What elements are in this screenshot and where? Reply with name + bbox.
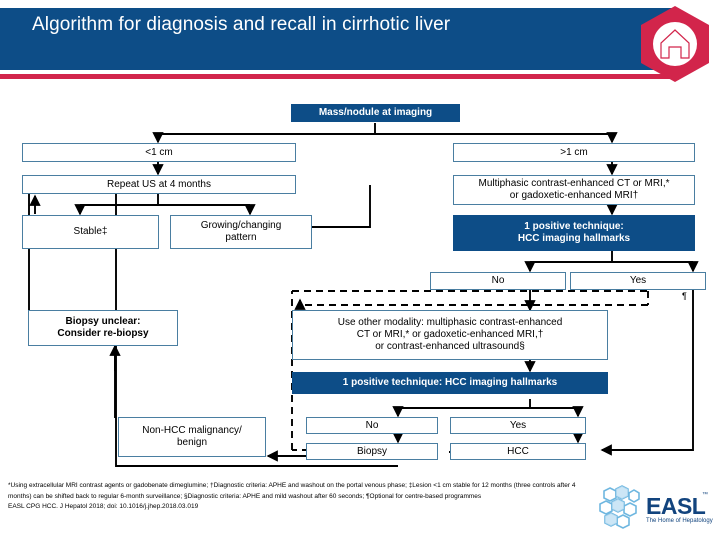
- node-yes-1[interactable]: Yes: [570, 272, 706, 290]
- node-non-hcc-malignancy-benign[interactable]: Non-HCC malignancy/ benign: [118, 417, 266, 457]
- node-pos1-line2: HCC imaging hallmarks: [517, 233, 631, 244]
- node-biopsy-unclear-line1: Biopsy unclear:: [65, 316, 141, 327]
- node-yes-2[interactable]: Yes: [450, 417, 586, 434]
- node-multiphasic-imaging[interactable]: Multiphasic contrast-enhanced CT or MRI,…: [453, 175, 695, 205]
- node-other-modality-line1: Use other modality: multiphasic contrast…: [337, 317, 563, 328]
- easl-hexagon-house-icon: [636, 4, 714, 84]
- node-growing-line1: Growing/changing: [200, 220, 282, 231]
- node-stable[interactable]: Stable‡: [22, 215, 159, 249]
- header-accent-rule: [0, 74, 672, 79]
- node-growing-line2: pattern: [225, 232, 257, 243]
- easl-tagline: The Home of Hepatology: [646, 518, 713, 524]
- node-pos1-line1: 1 positive technique:: [524, 221, 624, 232]
- flowchart-canvas: Mass/nodule at imaging <1 cm >1 cm Repea…: [0, 88, 720, 478]
- node-nonhcc-line2: benign: [176, 437, 208, 448]
- footnotes-text: *Using extracellular MRI contrast agents…: [8, 482, 576, 500]
- node-growing-changing[interactable]: Growing/changing pattern: [170, 215, 312, 249]
- node-no-2[interactable]: No: [306, 417, 438, 434]
- easl-logo: EASL ™ The Home of Hepatology: [596, 483, 714, 535]
- node-multiphasic-line1: Multiphasic contrast-enhanced CT or MRI,…: [478, 178, 670, 189]
- page-title: Algorithm for diagnosis and recall in ci…: [32, 14, 451, 35]
- easl-trademark-symbol: ™: [702, 492, 708, 498]
- node-nonhcc-line1: Non-HCC malignancy/: [142, 425, 242, 436]
- node-other-modality-line3: or contrast-enhanced ultrasound§: [375, 341, 525, 352]
- node-greater-than-1cm[interactable]: >1 cm: [453, 143, 695, 162]
- node-yes-1-footnote-marker: ¶: [682, 291, 687, 301]
- citation-text: EASL CPG HCC. J Hepatol 2018; doi: 10.10…: [8, 503, 199, 510]
- node-biopsy-unclear[interactable]: Biopsy unclear: Consider re-biopsy: [28, 310, 178, 346]
- node-use-other-modality[interactable]: Use other modality: multiphasic contrast…: [292, 310, 608, 360]
- easl-wordmark: EASL: [646, 493, 706, 519]
- node-hcc[interactable]: HCC: [450, 443, 586, 460]
- node-one-positive-technique-1[interactable]: 1 positive technique: HCC imaging hallma…: [453, 215, 695, 251]
- node-no-1[interactable]: No: [430, 272, 566, 290]
- node-mass-nodule[interactable]: Mass/nodule at imaging: [291, 104, 460, 122]
- node-one-positive-technique-2[interactable]: 1 positive technique: HCC imaging hallma…: [292, 372, 608, 394]
- node-multiphasic-line2: or gadoxetic-enhanced MRI†: [509, 190, 639, 201]
- node-other-modality-line2: CT or MRI,* or gadoxetic-enhanced MRI,†: [356, 329, 544, 340]
- node-biopsy-unclear-line2: Consider re-biopsy: [57, 328, 149, 339]
- easl-cells-icon: [599, 485, 640, 529]
- node-less-than-1cm[interactable]: <1 cm: [22, 143, 296, 162]
- node-repeat-us[interactable]: Repeat US at 4 months: [22, 175, 296, 194]
- footnotes: *Using extracellular MRI contrast agents…: [8, 481, 586, 513]
- node-biopsy[interactable]: Biopsy: [306, 443, 438, 460]
